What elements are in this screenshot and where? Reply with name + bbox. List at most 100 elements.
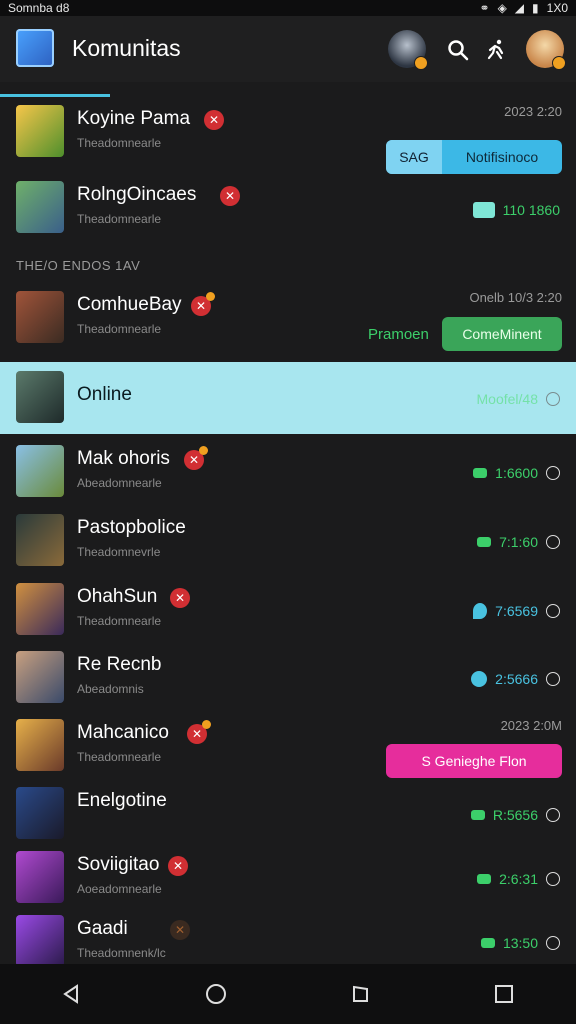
avatar-badge (414, 56, 428, 70)
community-subtitle: Theadomnearle (77, 322, 162, 336)
chat-icon (472, 202, 495, 218)
community-title: Pastopbolice (77, 517, 186, 538)
notification-badge: ✕ (170, 588, 190, 608)
community-title: Gaadi (77, 918, 128, 939)
list-item[interactable]: Mak ohoris ✕ Abeadomnearle 1:6600 (0, 436, 576, 506)
chat-icon (477, 874, 492, 884)
community-thumbnail (16, 651, 64, 703)
timestamp: 2023 2:20 (504, 104, 562, 119)
list-item-selected[interactable]: Online Moofel/48 (0, 362, 576, 434)
activity-meta: 2:6:31 (477, 871, 560, 887)
community-subtitle: Theadomnearle (77, 136, 162, 150)
status-bar: Somnba d8 ⚭ ◈ ◢ ▮ 1X0 (0, 0, 576, 16)
list-item[interactable]: Enelgotine R:5656 (0, 778, 576, 848)
community-subtitle: Abeadomnearle (77, 476, 162, 490)
community-subtitle: Theadomnenk/lc (77, 946, 166, 960)
recents-icon (353, 985, 368, 1002)
list-item[interactable]: Soviigitao ✕ Aoeadomnearle 2:6:31 (0, 842, 576, 912)
activity-meta: 1:6600 (473, 465, 560, 481)
community-thumbnail (16, 291, 64, 343)
notification-badge: ✕ (168, 856, 188, 876)
overview-button[interactable] (489, 979, 519, 1009)
activity-meta: 7:6569 (473, 603, 560, 619)
activity-count: R:5656 (492, 807, 538, 823)
avatar-badge (552, 56, 566, 70)
list-item[interactable]: Pastopbolice Theadomnevrle 7:1:60 (0, 505, 576, 575)
clock-icon (546, 936, 560, 950)
activity-count: 2:5666 (495, 671, 538, 687)
community-thumbnail (16, 583, 64, 635)
system-nav-bar (0, 964, 576, 1024)
notification-badge: ✕ (220, 186, 240, 206)
notification-label[interactable]: Notifisinoco (442, 140, 562, 174)
community-title: Re Recnb (77, 654, 162, 675)
notification-badge: ✕ (191, 292, 215, 316)
community-title: OhahSun (77, 586, 158, 607)
app-logo-icon[interactable] (16, 29, 54, 67)
list-item[interactable]: Re Recnb Abeadomnis 2:5666 (0, 642, 576, 712)
community-thumbnail (16, 787, 64, 839)
clock-icon (546, 466, 560, 480)
clock-icon (546, 392, 560, 406)
location-icon (473, 603, 488, 619)
chat-icon (477, 537, 492, 547)
list-item[interactable]: ComhueBay ✕ Theadomnearle Onelb 10/3 2:2… (0, 282, 576, 352)
community-thumbnail (16, 851, 64, 903)
list-item[interactable]: Mahcanico ✕ Theadomnearle 2023 2:0M S Ge… (0, 710, 576, 780)
clock-icon (546, 604, 560, 618)
status-text: Pramoen (368, 326, 429, 343)
section-header: THE/O ENDOS 1AV (16, 258, 141, 273)
status-dot-icon (471, 671, 488, 687)
recents-button[interactable] (345, 979, 375, 1009)
activity-meta: 7:1:60 (477, 534, 560, 550)
notification-badge: ✕ (170, 920, 190, 940)
community-thumbnail (16, 915, 64, 967)
community-thumbnail (16, 181, 64, 233)
list-item[interactable]: Koyine Pama ✕ Theadomnearle 2023 2:20 SA… (0, 96, 576, 174)
activity-count: 1:6600 (495, 465, 538, 481)
notification-toggle[interactable]: SAG Notifisinoco (386, 140, 562, 174)
activity-icon[interactable] (484, 38, 508, 62)
activity-count: 7:1:60 (499, 534, 538, 550)
community-thumbnail (16, 514, 64, 566)
page-title: Komunitas (72, 35, 181, 61)
community-subtitle: Theadomnearle (77, 750, 162, 764)
home-button[interactable] (201, 979, 231, 1009)
signal-icon: ◢ (514, 1, 525, 15)
app-bar: Komunitas (0, 16, 576, 97)
battery-icon: ▮ (532, 1, 539, 15)
timestamp: 2023 2:0M (500, 718, 562, 733)
community-thumbnail (16, 445, 64, 497)
community-action-button[interactable]: ComeMinent (442, 317, 562, 351)
activity-meta: Moofel/48 (477, 391, 560, 407)
back-button[interactable] (57, 979, 87, 1009)
list-item[interactable]: RolngOincaes ✕ Theadomnearle 110 1860 (0, 172, 576, 242)
community-action-button[interactable]: S Genieghe Flon (386, 744, 562, 778)
community-title: Mak ohoris (77, 448, 170, 469)
profile-avatar[interactable] (526, 30, 566, 70)
clock-icon (546, 672, 560, 686)
clock-icon (546, 872, 560, 886)
notification-badge: ✕ (204, 110, 224, 130)
community-title: Koyine Pama (77, 108, 191, 129)
avatar[interactable] (388, 30, 428, 70)
community-thumbnail (16, 371, 64, 423)
clock-icon (546, 535, 560, 549)
activity-meta: 110 1860 (472, 202, 560, 218)
community-subtitle: Theadomnearle (77, 212, 162, 226)
list-item[interactable]: OhahSun ✕ Theadomnearle 7:6569 (0, 574, 576, 644)
notification-badge: ✕ (184, 446, 208, 470)
tag-label[interactable]: SAG (386, 140, 442, 174)
activity-count: Moofel/48 (476, 391, 538, 407)
search-icon[interactable] (446, 38, 470, 62)
activity-count: 7:6569 (495, 603, 538, 619)
status-icons: ⚭ ◈ ◢ ▮ 1X0 (480, 1, 569, 15)
activity-meta: 13:50 (480, 935, 560, 951)
square-icon (495, 985, 513, 1003)
community-title: Soviigitao (77, 854, 160, 875)
community-subtitle: Theadomnearle (77, 614, 162, 628)
activity-count: 110 1860 (502, 202, 560, 218)
community-title: Online (77, 384, 132, 405)
vibrate-icon: ◈ (497, 1, 507, 15)
community-title: RolngOincaes (77, 184, 197, 205)
